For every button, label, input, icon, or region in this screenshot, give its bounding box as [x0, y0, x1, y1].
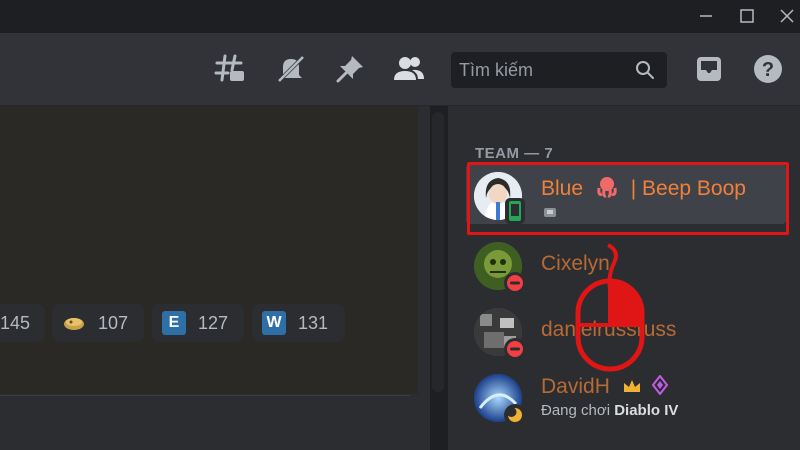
search-input[interactable]: [459, 52, 629, 88]
channel-header: ?: [0, 33, 800, 106]
highlight-box: [467, 162, 789, 235]
letter-e-emoji-icon: E: [162, 311, 186, 335]
dnd-status-icon: [504, 272, 526, 294]
reaction-count: 131: [298, 312, 329, 333]
reaction-4[interactable]: W 131: [252, 304, 345, 342]
reaction-1[interactable]: 145: [0, 304, 45, 342]
reaction-2[interactable]: 107: [52, 304, 144, 342]
reaction-count: 107: [98, 312, 129, 333]
chat-area: 145 107 E 127 W 131: [0, 106, 430, 450]
letter-w-emoji-icon: W: [262, 311, 286, 335]
threads-icon: [214, 54, 244, 82]
chat-scrollbar[interactable]: [430, 106, 448, 450]
search-icon: [636, 61, 654, 79]
threads-button[interactable]: [213, 52, 247, 86]
mouse-icon: [575, 243, 645, 372]
nitro-boost-icon: [651, 374, 668, 396]
maximize-icon: [740, 9, 754, 23]
reaction-count: 145: [0, 312, 31, 333]
pin-icon: [336, 56, 363, 83]
minimize-icon: [700, 15, 712, 17]
search-box[interactable]: [451, 52, 667, 88]
member-list-button[interactable]: [392, 52, 426, 86]
mute-bell-icon: [277, 55, 305, 83]
member-name: DavidH: [541, 374, 668, 399]
crown-icon: [623, 380, 640, 392]
bread-emoji-icon: [62, 311, 86, 335]
minimize-button[interactable]: [695, 5, 717, 27]
members-icon: [394, 57, 424, 80]
inbox-button[interactable]: [692, 52, 726, 86]
svg-text:?: ?: [762, 59, 774, 81]
inbox-icon: [697, 57, 721, 81]
title-bar: [0, 0, 800, 33]
member-item-davidh[interactable]: DavidH Đang chơi Diablo IV: [466, 366, 786, 426]
reaction-3[interactable]: E 127: [152, 304, 244, 342]
scrollbar-thumb[interactable]: [432, 112, 444, 392]
idle-status-icon: [504, 404, 526, 426]
member-activity: Đang chơi Diablo IV: [541, 402, 679, 419]
pinned-messages-button[interactable]: [333, 52, 367, 86]
member-group-header: TEAM — 7: [475, 145, 554, 162]
notification-settings-button[interactable]: [274, 52, 308, 86]
help-icon: ?: [754, 55, 782, 83]
close-button[interactable]: [776, 5, 798, 27]
reaction-count: 127: [198, 312, 229, 333]
dnd-status-icon: [504, 338, 526, 360]
close-icon: [780, 9, 794, 23]
message-embed: [0, 106, 418, 394]
help-button[interactable]: ?: [751, 52, 785, 86]
message-divider: [0, 395, 410, 396]
maximize-button[interactable]: [736, 5, 758, 27]
